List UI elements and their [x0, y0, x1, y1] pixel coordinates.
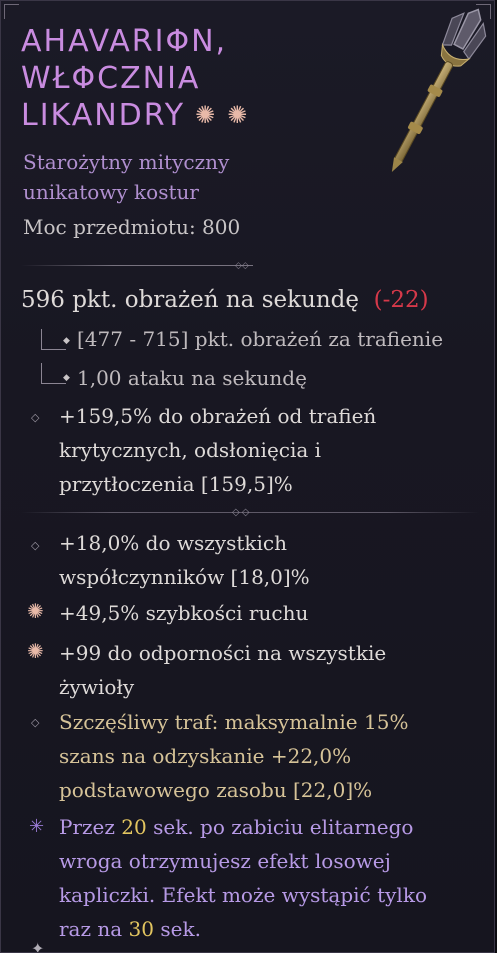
item-title-line-3: LIKANDRY: [21, 98, 186, 133]
item-tooltip: AHAVARIΦN, WŁΦCZNIA LIKANDRY ✺ ✺ Starożytn…: [0, 0, 495, 953]
arrow-bullet-icon: ◆: [63, 336, 70, 346]
spear-staff-icon: [391, 8, 487, 172]
affix-movement-speed: +49,5% szybkości ruchu: [59, 601, 309, 625]
item-title: AHAVARIΦN, WŁΦCZNIA LIKANDRY ✺ ✺: [21, 23, 321, 134]
divider: ◇◇: [21, 507, 479, 518]
item-power: Moc przedmiotu: 800: [23, 215, 241, 239]
dps-line: 596 pkt. obrażeń na sekundę (-22): [21, 287, 429, 313]
sun-star-icon: ✺: [227, 101, 250, 129]
diamond-bullet-icon: ◇: [31, 539, 40, 552]
item-title-line-2: WŁΦCZNIA: [21, 61, 201, 96]
greater-affix-star-icon: ✺: [27, 599, 44, 623]
unique-power-part: Przez: [59, 815, 122, 839]
divider-ornament-icon: ◇◇: [232, 507, 252, 518]
arrow-bullet-icon: ◆: [63, 373, 70, 383]
damage-per-hit: [477 - 715] pkt. obrażeń za trafienie: [77, 327, 444, 351]
affix-resistance: +99 do odporności na wszystkie żywioły: [59, 641, 387, 699]
unique-power-cooldown: 30: [128, 917, 154, 941]
diamond-bullet-icon: ◇: [31, 716, 40, 729]
sun-star-icon: ✺: [195, 101, 218, 129]
unique-power-star-icon: ✳: [29, 816, 45, 837]
frame-corner-top-left: [4, 4, 19, 19]
item-title-line-3-wrap: LIKANDRY ✺ ✺: [21, 97, 321, 134]
dps-delta: -22: [382, 287, 420, 313]
divider-ornament-icon: ◇◇: [235, 261, 249, 271]
item-title-line-1: AHAVARIΦN,: [21, 24, 228, 59]
implicit-affix: +159,5% do obrażeń od trafień krytycznyc…: [59, 404, 377, 496]
attack-speed: 1,00 ataku na sekundę: [77, 366, 307, 390]
affix-lucky-hit: Szczęśliwy traf: maksymalnie 15% szans n…: [59, 710, 409, 802]
divider: ◇◇: [21, 261, 253, 271]
unique-power-part: sek.: [154, 917, 201, 941]
unique-power: Przez 20 sek. po zabiciu elitarnego wrog…: [59, 810, 434, 946]
greater-affix-star-icon: ✺: [27, 639, 44, 663]
next-row-icon: ✦: [31, 939, 45, 953]
item-type: Starożytny mityczny unikatowy kostur: [23, 150, 230, 204]
affix-all-stats: +18,0% do wszystkich współczynników [18,…: [59, 531, 310, 589]
dps-value: 596 pkt. obrażeń na sekundę: [21, 287, 360, 313]
unique-power-duration: 20: [121, 815, 147, 839]
diamond-bullet-icon: ◇: [31, 411, 40, 424]
